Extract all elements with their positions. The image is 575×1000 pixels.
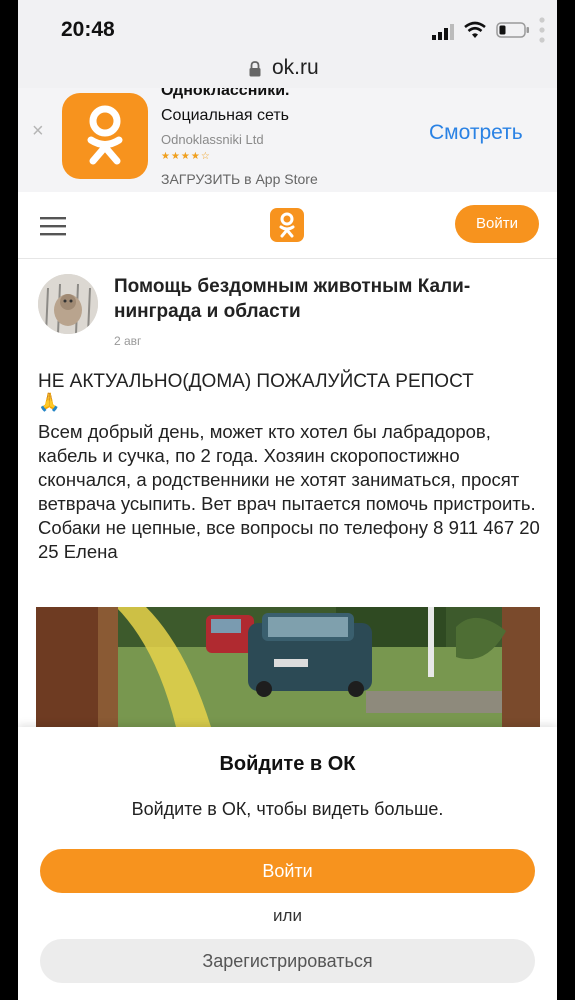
post-title: НЕ АКТУАЛЬНО(ДОМА) ПОЖАЛУЙСТА РЕПОСТ — [38, 371, 474, 392]
login-sheet-title: Войдите в ОК — [219, 753, 356, 775]
header-login-button[interactable]: Войти — [455, 205, 539, 243]
register-button[interactable]: Зарегистрироваться — [40, 939, 535, 983]
app-download-text: ЗАГРУЗИТЬ в App Store — [161, 171, 318, 187]
app-subtitle: Социальная сеть — [161, 107, 289, 124]
post-date: 2 авг — [114, 334, 142, 348]
ok-logo-icon — [87, 105, 123, 165]
ok-logo-icon — [279, 212, 295, 238]
app-store-banner: × Одноклассники. Социальная сеть Odnokla… — [18, 88, 557, 193]
more-dots-icon — [539, 17, 545, 43]
url-text[interactable]: ok.ru — [272, 56, 319, 80]
banner-close-button[interactable]: × — [32, 120, 44, 143]
app-rating-stars: ★★★★☆ — [161, 151, 211, 162]
group-avatar[interactable] — [38, 274, 98, 334]
cellular-signal-icon — [432, 24, 454, 40]
status-time: 20:48 — [61, 18, 115, 41]
phone-screen: 20:48 ok.ru × Одноклассники. Социальная … — [18, 0, 557, 1000]
wifi-icon — [464, 21, 486, 38]
login-sheet-subtitle: Войдите в ОК, чтобы видеть больше. — [131, 799, 444, 819]
post-body: Всем добрый день, может кто хотел бы лаб… — [38, 421, 540, 562]
or-divider-text: или — [273, 906, 302, 925]
view-app-button[interactable]: Смотреть — [429, 121, 523, 145]
group-name-link[interactable]: Помощь бездомным животным Кали- нинграда… — [114, 274, 534, 324]
post-photo[interactable] — [36, 607, 540, 727]
login-button[interactable]: Войти — [40, 849, 535, 893]
dog-photo-icon — [38, 274, 98, 334]
lock-icon — [249, 61, 261, 77]
app-developer: Odnoklassniki Ltd — [161, 132, 264, 147]
battery-icon — [496, 22, 529, 38]
menu-icon[interactable] — [40, 216, 66, 236]
ok-app-icon[interactable] — [62, 93, 148, 179]
ok-site-logo[interactable] — [270, 208, 304, 242]
praying-hands-icon: 🙏 — [38, 392, 61, 412]
app-name: Одноклассники. — [161, 88, 290, 99]
